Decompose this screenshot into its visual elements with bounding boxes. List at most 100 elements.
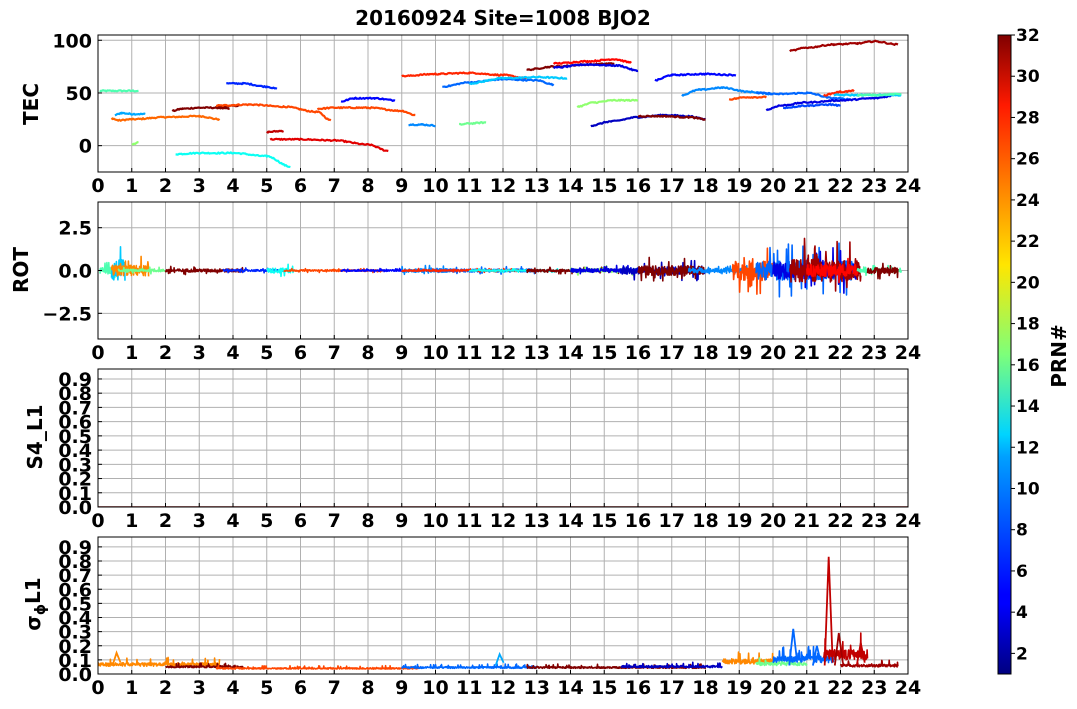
colorbar [997,34,1012,675]
x-tick-label: 8 [361,175,374,197]
x-tick-label: 0 [91,342,104,364]
colorbar-tick-label: 20 [1016,273,1040,293]
colorbar-tick-label: 30 [1016,67,1040,87]
x-tick-label: 15 [591,175,617,197]
x-tick-label: 13 [524,342,550,364]
x-tick-label: 18 [692,510,718,532]
sigma-phi-panel: 0 1 2 3 4 5 6 7 8 9 10 11 12 13 14 15 16 17 18 19 20 21 22 23 24… [58,536,921,699]
x-tick-label: 6 [294,175,307,197]
x-tick-label: 12 [490,342,516,364]
x-tick-label: 8 [361,342,374,364]
x-tick-label: 6 [294,677,307,699]
colorbar-tick-label: 2 [1016,644,1028,664]
x-tick-label: 18 [692,342,718,364]
y-tick-label: 0.9 [58,369,92,391]
x-tick-label: 2 [159,175,172,197]
x-tick-label: 22 [827,510,853,532]
x-tick-label: 15 [591,510,617,532]
x-tick-label: 0 [91,510,104,532]
x-tick-label: 20 [760,175,786,197]
x-tick-label: 0 [91,175,104,197]
x-tick-label: 23 [861,175,887,197]
colorbar-tick-label: 4 [1016,603,1028,623]
x-tick-label: 10 [422,342,448,364]
s4-panel: 0 1 2 3 4 5 6 7 8 9 10 11 12 13 14 15 16 17 18 19 20 21 22 23 24… [58,368,921,532]
x-tick-label: 5 [260,510,273,532]
x-tick-label: 3 [193,342,206,364]
x-tick-label: 8 [361,510,374,532]
x-tick-label: 10 [422,677,448,699]
colorbar-tick-label: 12 [1016,438,1040,458]
x-tick-label: 14 [557,175,583,197]
x-tick-label: 10 [422,175,448,197]
x-tick-label: 24 [895,510,921,532]
x-tick-label: 11 [456,677,482,699]
colorbar-tick-label: 28 [1016,108,1040,128]
x-tick-label: 20 [760,677,786,699]
x-tick-label: 12 [490,510,516,532]
rot-axis-label: ROT [9,247,33,293]
colorbar-tick-label: 10 [1016,479,1040,499]
x-tick-label: 4 [226,677,239,699]
x-tick-label: 21 [794,677,820,699]
x-tick-label: 1 [125,342,138,364]
x-tick-label: 17 [659,342,685,364]
x-tick-label: 13 [524,510,550,532]
figure: 20160924 Site=1008 BJO2 0 1 2 3 4 5 6 7 8 9 10 11 12… [9,6,1071,699]
x-tick-label: 17 [659,677,685,699]
colorbar-label: PRN# [1047,324,1071,388]
x-tick-label: 4 [226,342,239,364]
x-tick-label: 22 [827,342,853,364]
x-tick-label: 5 [260,342,273,364]
x-tick-label: 23 [861,510,887,532]
x-tick-label: 20 [760,342,786,364]
x-tick-label: 19 [726,342,752,364]
chart-title: 20160924 Site=1008 BJO2 [355,6,651,30]
x-tick-label: 6 [294,342,307,364]
x-tick-label: 3 [193,677,206,699]
x-tick-label: 11 [456,175,482,197]
x-tick-label: 3 [193,510,206,532]
x-tick-label: 22 [827,677,853,699]
x-tick-label: 8 [361,677,374,699]
x-tick-label: 12 [490,175,516,197]
x-tick-label: 4 [226,510,239,532]
x-tick-label: 2 [159,342,172,364]
x-tick-label: 21 [794,510,820,532]
x-tick-label: 0 [91,677,104,699]
colorbar-tick-label: 14 [1016,397,1040,417]
x-tick-label: 21 [794,342,820,364]
colorbar-tick-label: 18 [1016,315,1040,335]
x-tick-label: 6 [294,510,307,532]
y-tick-label: 0.0 [58,261,92,283]
colorbar-tick-label: 22 [1016,232,1040,252]
x-tick-label: 11 [456,342,482,364]
x-tick-label: 9 [395,342,408,364]
y-tick-label: 0 [79,136,92,158]
y-tick-label: −2.5 [42,303,92,325]
y-tick-label: 0.9 [58,537,92,559]
x-tick-label: 17 [659,510,685,532]
x-tick-label: 7 [328,175,341,197]
x-tick-label: 11 [456,510,482,532]
x-tick-label: 16 [625,677,651,699]
colorbar-tick-label: 32 [1016,26,1040,46]
x-tick-label: 14 [557,677,583,699]
x-tick-label: 23 [861,342,887,364]
x-tick-label: 15 [591,342,617,364]
x-tick-label: 1 [125,175,138,197]
x-tick-label: 18 [692,677,718,699]
tec-series-prn-15 [99,89,139,93]
x-tick-label: 13 [524,677,550,699]
x-tick-label: 9 [395,677,408,699]
x-tick-label: 15 [591,677,617,699]
rot-panel: 0 1 2 3 4 5 6 7 8 9 10 11 12 13 14 15 16 17 18 19 20 21 22 23 24… [42,201,921,364]
x-tick-label: 2 [159,510,172,532]
x-tick-label: 7 [328,510,341,532]
x-tick-label: 2 [159,677,172,699]
colorbar-tick-label: 6 [1016,562,1028,582]
x-tick-label: 5 [260,677,273,699]
x-tick-label: 9 [395,510,408,532]
x-tick-label: 7 [328,677,341,699]
x-tick-label: 18 [692,175,718,197]
